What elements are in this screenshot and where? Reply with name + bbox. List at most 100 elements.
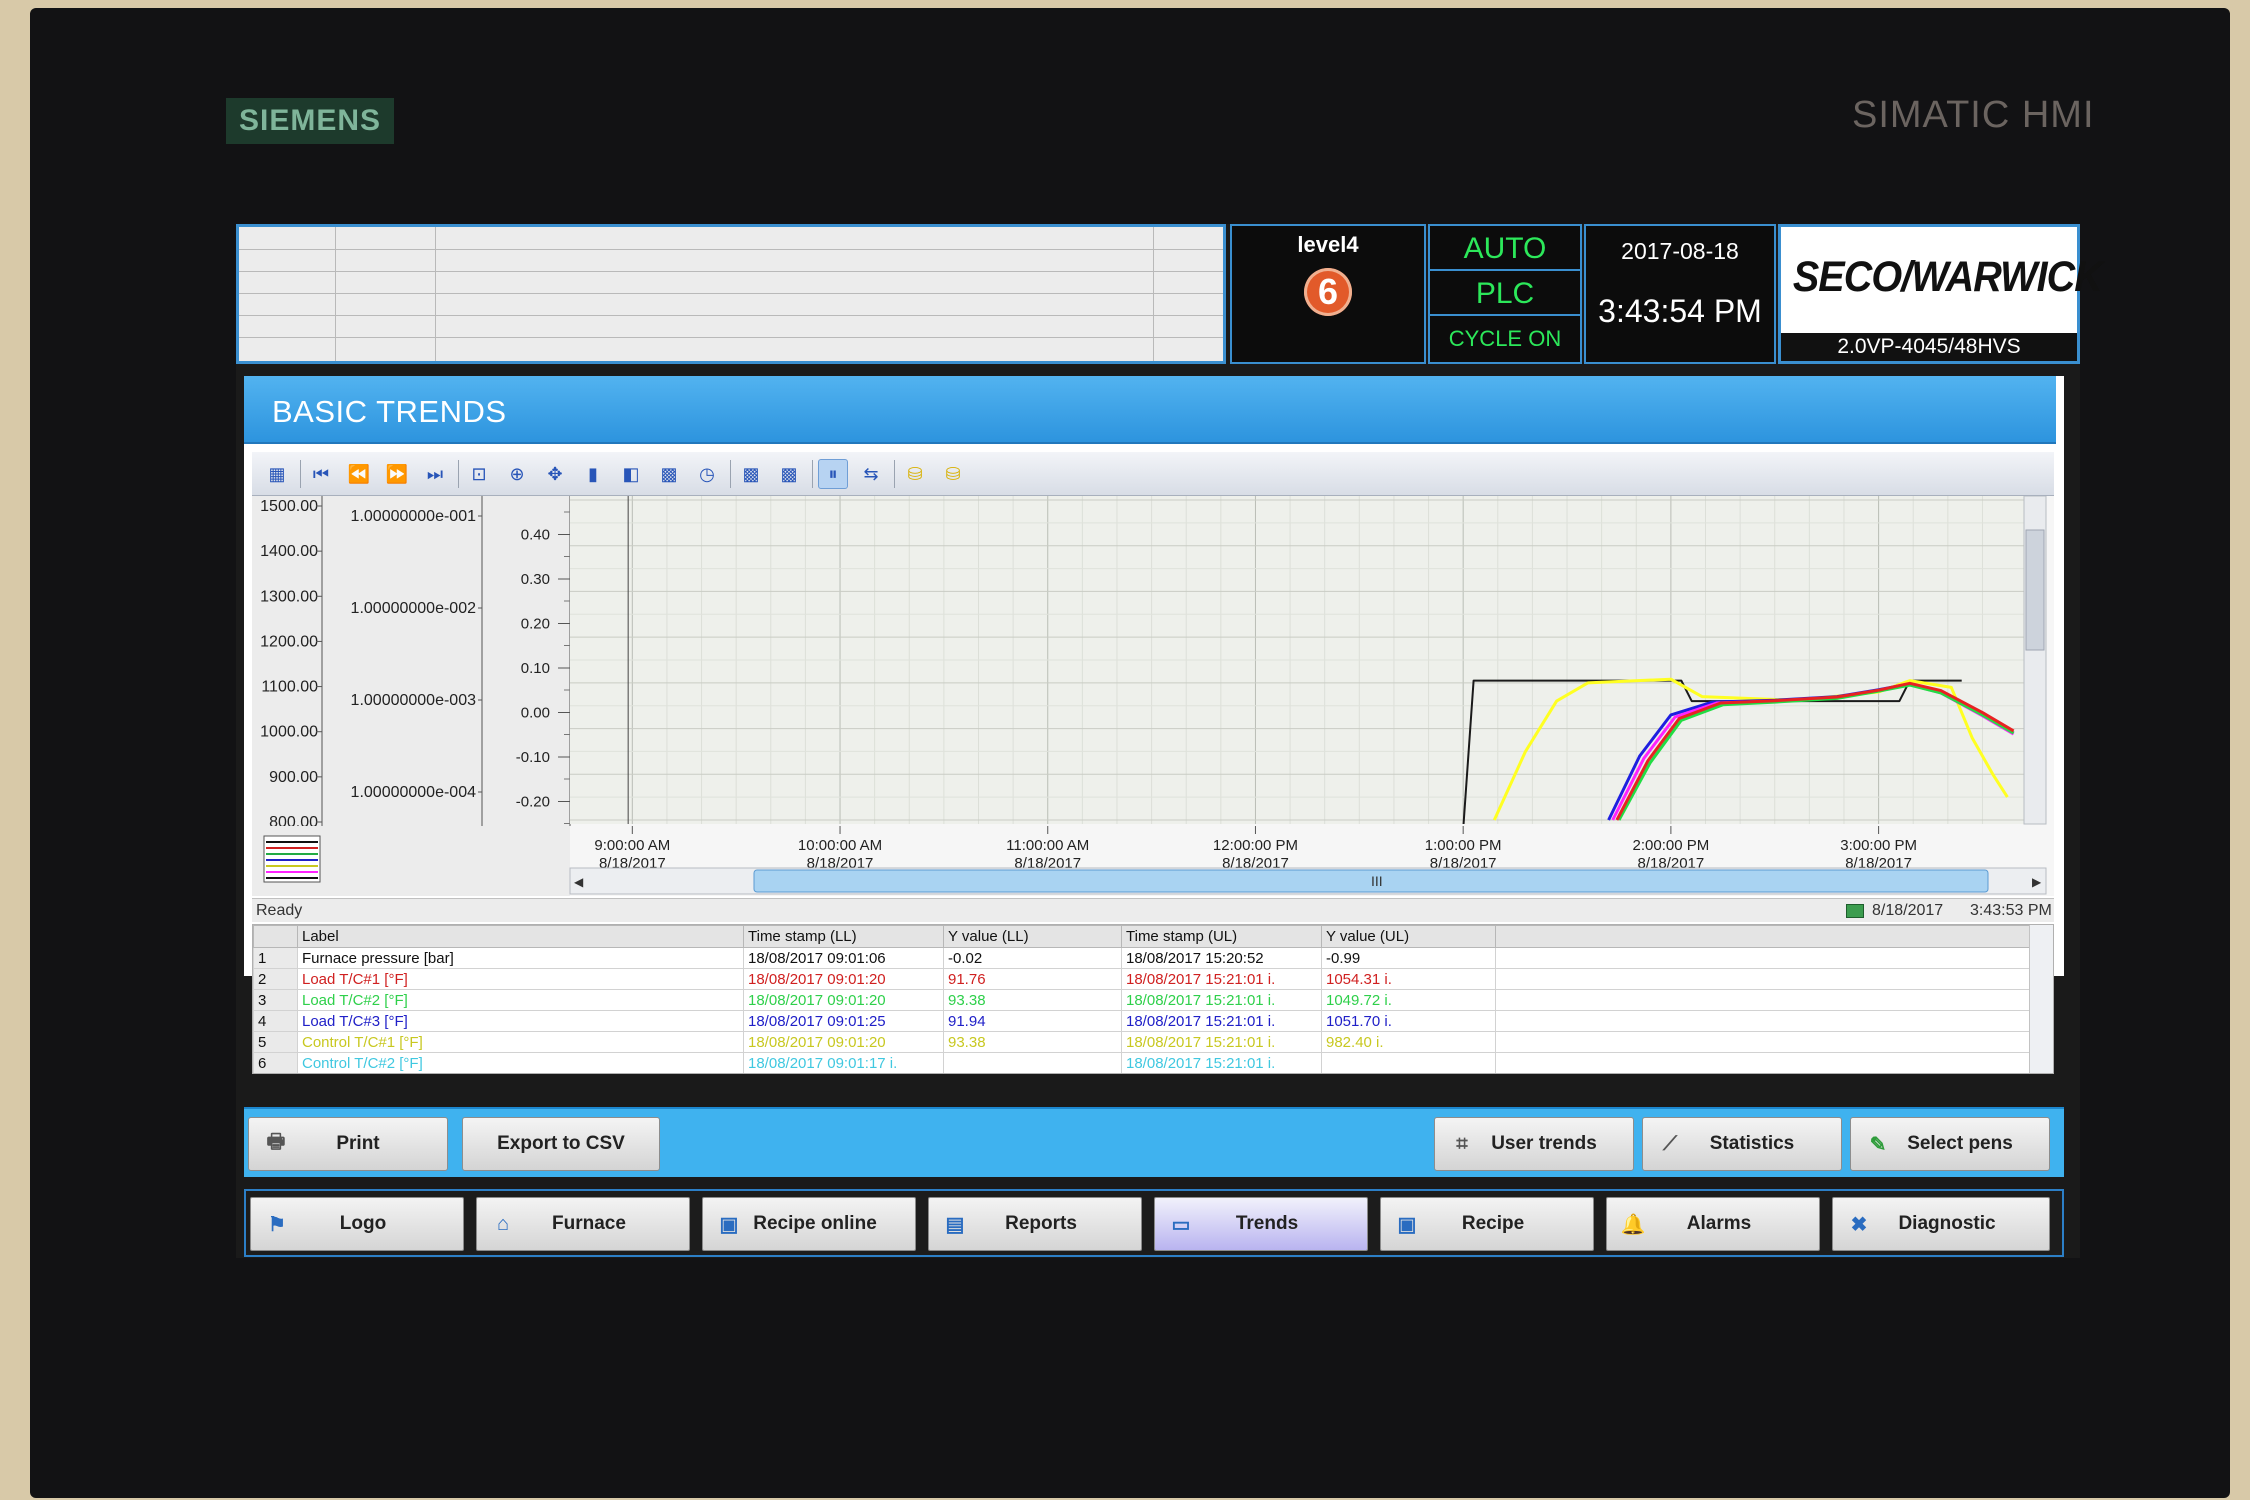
add-db-icon[interactable]: ⛁ (900, 459, 930, 489)
statistics-button[interactable]: ⟋ Statistics (1642, 1117, 1842, 1171)
mode-plc-indicator: PLC (1430, 271, 1580, 316)
col-rowno (253, 925, 298, 948)
cell-rowno: 2 (253, 968, 298, 990)
nav-furnace-button[interactable]: ⌂ Furnace (476, 1197, 690, 1251)
cell-y-ul: 1051.70 i. (1321, 1010, 1496, 1032)
y-axis-3-tick-label: 0.50 (521, 496, 550, 499)
config-icon[interactable]: ▦ (262, 459, 292, 489)
nav-diagnostic-button[interactable]: ✖ Diagnostic (1832, 1197, 2050, 1251)
reports-icon: ▤ (945, 1213, 965, 1236)
zoom-in-icon[interactable]: ⊕ (502, 459, 532, 489)
y-axis-2-tick-label: 1.00000000e-001 (351, 508, 477, 525)
cell-ts-ll: 18/08/2017 09:01:20 (743, 968, 944, 990)
nav-trends-button[interactable]: ▭ Trends (1154, 1197, 1368, 1251)
user-level-box[interactable]: level4 6 (1230, 224, 1426, 364)
compare2-icon[interactable]: ▩ (774, 459, 804, 489)
nav-reports-button[interactable]: ▤ Reports (928, 1197, 1142, 1251)
cell-ts-ll: 18/08/2017 09:01:06 (743, 947, 944, 969)
first-icon[interactable]: ⏮ (306, 459, 336, 489)
hmi-model-label: SIMATIC HMI (1852, 94, 2095, 136)
compare-icon[interactable]: ▩ (736, 459, 766, 489)
clock-icon[interactable]: ◷ (692, 459, 722, 489)
y-axis-1-tick-label: 900.00 (269, 769, 318, 786)
col-y-ll[interactable]: Y value (LL) (943, 925, 1122, 948)
nav-diagnostic-label: Diagnostic (1898, 1213, 1996, 1234)
remove-db-icon[interactable]: ⛁ (938, 459, 968, 489)
cell-rowno: 3 (253, 989, 298, 1011)
y-axis-1-tick-label: 1000.00 (260, 724, 318, 741)
cycle-status-indicator: CYCLE ON (1448, 326, 1562, 351)
col-y-ul[interactable]: Y value (UL) (1321, 925, 1496, 948)
x-axis-tick-time: 10:00:00 AM (798, 837, 882, 854)
cell-ts-ll: 18/08/2017 09:01:20 (743, 1031, 944, 1053)
y-axis-1-tick-label: 1300.00 (260, 588, 318, 605)
user-trends-icon: ⌗ (1456, 1132, 1468, 1155)
mode-status-box: AUTO PLC CYCLE ON (1428, 224, 1582, 364)
mode-auto-indicator: AUTO (1430, 226, 1580, 271)
trend-chart[interactable]: 1500.00 1400.00 1300.00 1200.00 1100.00 1000.… (252, 496, 2054, 896)
cell-spare (1495, 1031, 2030, 1053)
table-row[interactable]: 1 Furnace pressure [bar] 18/08/2017 09:01:… (253, 947, 2030, 969)
table-row[interactable]: 4 Load T/C#3 [°F] 18/08/2017 09:01:25 91.94… (253, 1010, 2030, 1032)
hmi-screen: level4 6 AUTO PLC CYCLE ON 2017-08-18 3:… (236, 224, 2103, 1258)
nav-recipe-online-button[interactable]: ▣ Recipe online (702, 1197, 916, 1251)
cell-label: Load T/C#1 [°F] (297, 968, 744, 990)
header-time: 3:43:54 PM (1598, 293, 1762, 329)
col-ts-ul[interactable]: Time stamp (UL) (1121, 925, 1322, 948)
y-axis-2-tick-label: 1.00000000e-004 (351, 784, 477, 801)
scroll-left-arrow: ◀ (574, 875, 584, 889)
export-icon[interactable]: ⇆ (856, 459, 886, 489)
message-grid[interactable] (236, 224, 1226, 364)
select-pens-button[interactable]: ✎ Select pens (1850, 1117, 2050, 1171)
home-icon: ⌂ (496, 1212, 510, 1235)
forward-icon[interactable]: ⏩ (382, 459, 412, 489)
x-axis-tick-time: 9:00:00 AM (594, 837, 670, 854)
trend-panel: BASIC TRENDS ▦ ⏮ ⏪ ⏩ ⏭ ⊡ ⊕ ✥ ▮ ◧ ▩ ◷ ▩ ▩ (244, 376, 2064, 1074)
cell-y-ul: 1049.72 i. (1321, 989, 1496, 1011)
company-logo: SECO/WARWICK (1792, 253, 2103, 301)
cell-ts-ul: 18/08/2017 15:21:01 i. (1121, 1052, 1322, 1073)
nav-logo-button[interactable]: ⚑ Logo (250, 1197, 464, 1251)
flag-icon: ⚑ (268, 1213, 286, 1236)
print-button[interactable]: 🖶 Print (248, 1117, 448, 1171)
table-row[interactable]: 6 Control T/C#2 [°F] 18/08/2017 09:01:17 i… (253, 1052, 2030, 1073)
grid-icon[interactable]: ▩ (654, 459, 684, 489)
scroll-right-arrow: ▶ (2032, 875, 2042, 889)
cell-label: Load T/C#2 [°F] (297, 989, 744, 1011)
table-row[interactable]: 3 Load T/C#2 [°F] 18/08/2017 09:01:20 93.38… (253, 989, 2030, 1011)
cell-rowno: 6 (253, 1052, 298, 1073)
statistics-icon: ⟋ (1663, 1132, 1677, 1155)
nav-alarms-label: Alarms (1686, 1213, 1752, 1234)
table-row[interactable]: 5 Control T/C#1 [°F] 18/08/2017 09:01:20 93… (253, 1031, 2030, 1053)
cell-ts-ul: 18/08/2017 15:21:01 i. (1121, 968, 1322, 990)
zoom-area-icon[interactable]: ⊡ (464, 459, 494, 489)
nav-recipe-label: Recipe (1461, 1213, 1525, 1234)
select-icon[interactable]: ◧ (616, 459, 646, 489)
col-label[interactable]: Label (297, 925, 744, 948)
y-axis-1-tick-label: 1400.00 (260, 543, 318, 560)
y-axis-3-tick-label: -0.10 (516, 749, 550, 766)
user-trends-button[interactable]: ⌗ User trends (1434, 1117, 1634, 1171)
nav-recipe-button[interactable]: ▣ Recipe (1380, 1197, 1594, 1251)
table-row[interactable]: 2 Load T/C#1 [°F] 18/08/2017 09:01:20 91.76… (253, 968, 2030, 990)
col-ts-ll[interactable]: Time stamp (LL) (743, 925, 944, 948)
datetime-box: 2017-08-18 3:43:54 PM (1584, 224, 1776, 364)
move-icon[interactable]: ✥ (540, 459, 570, 489)
rewind-icon[interactable]: ⏪ (344, 459, 374, 489)
export-csv-label: Export to CSV (497, 1133, 625, 1154)
pause-icon[interactable]: ⏸ (818, 459, 848, 489)
printer-icon: 🖶 (266, 1131, 286, 1153)
trend-chart-svg[interactable]: 1500.00 1400.00 1300.00 1200.00 1100.00 1000.… (252, 496, 2054, 896)
y-axis-3-tick-label: 0.20 (521, 616, 550, 633)
nav-alarms-button[interactable]: 🔔 Alarms (1606, 1197, 1820, 1251)
chart-v-scroll-thumb (2025, 529, 2045, 651)
chart-h-scroll-grip: III (1371, 873, 1383, 889)
table-v-scrollbar[interactable] (2029, 925, 2053, 1073)
export-csv-button[interactable]: Export to CSV (462, 1117, 660, 1171)
ruler-icon[interactable]: ▮ (578, 459, 608, 489)
cell-ts-ll: 18/08/2017 09:01:20 (743, 989, 944, 1011)
last-icon[interactable]: ⏭ (420, 459, 450, 489)
cell-rowno: 5 (253, 1031, 298, 1053)
company-brand-box: SECO/WARWICK 2.0VP-4045/48HVS (1778, 224, 2103, 364)
status-strip: Ready 8/18/2017 3:43:53 PM (252, 898, 2054, 922)
